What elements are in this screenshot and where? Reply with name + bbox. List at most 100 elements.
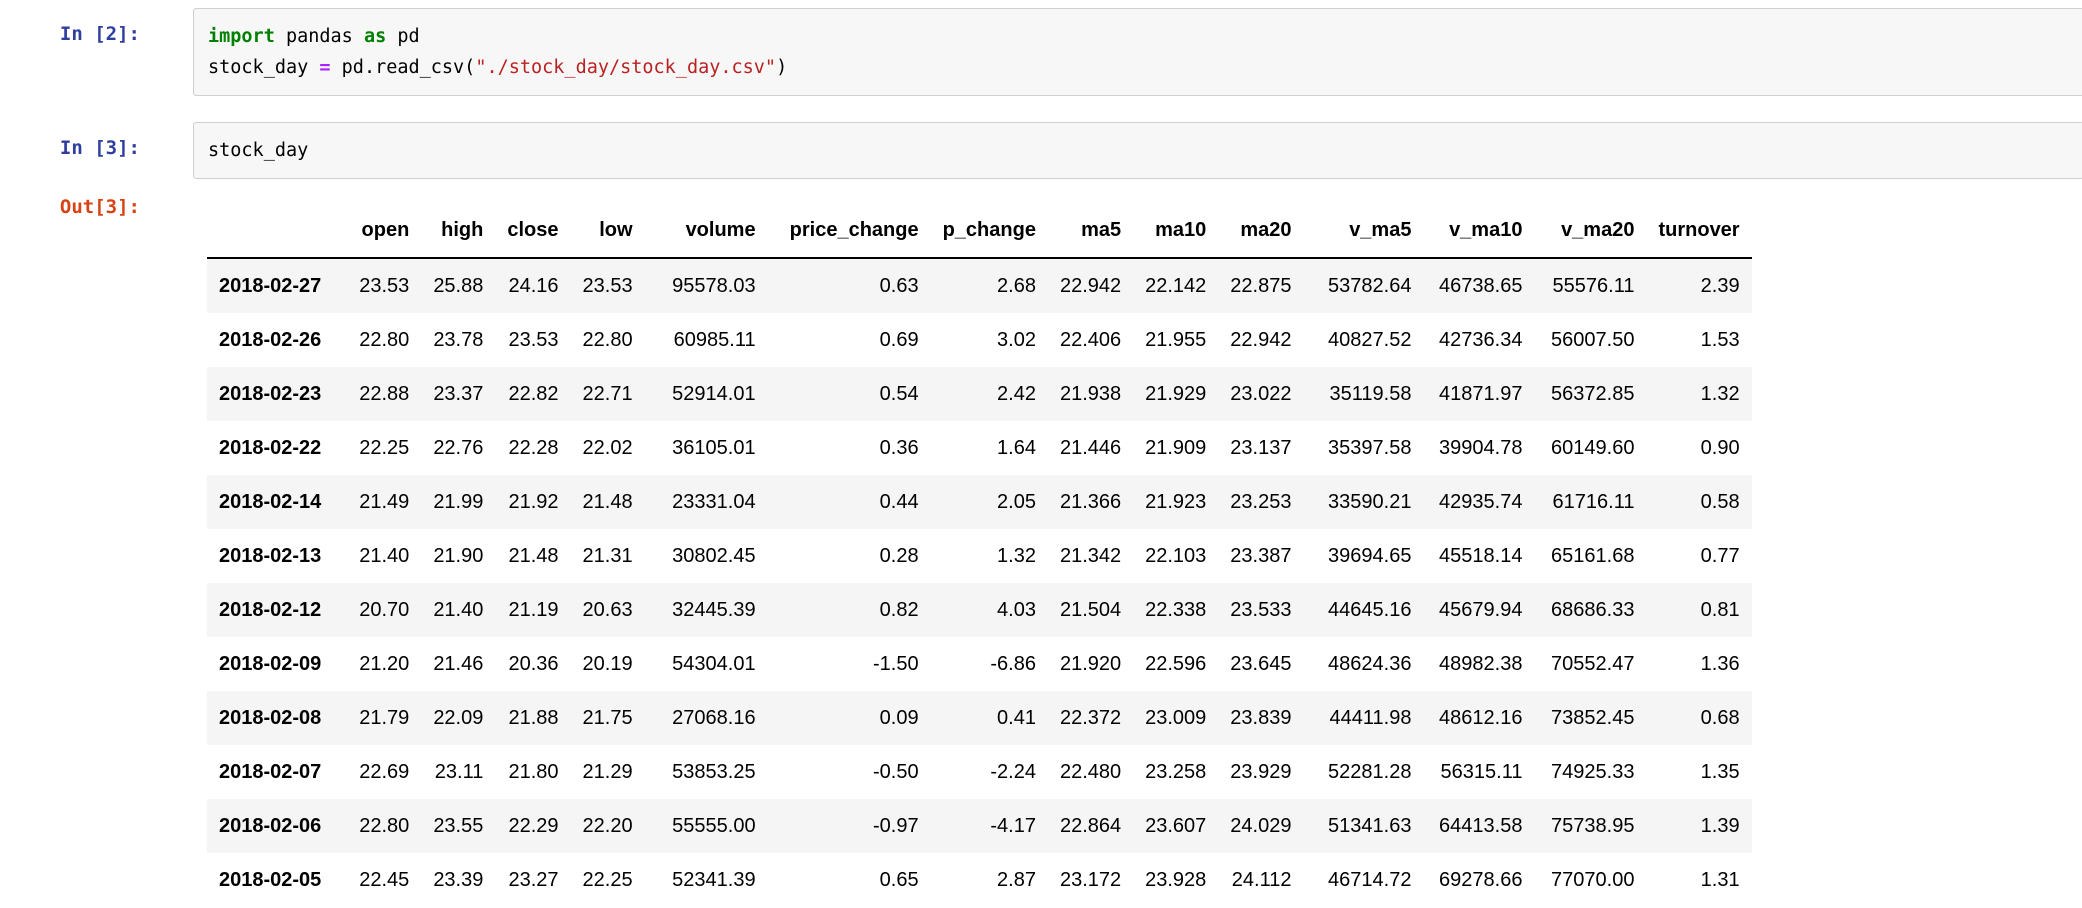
table-cell: -2.24 [931,745,1048,799]
table-cell: 56007.50 [1534,313,1646,367]
column-header-volume: volume [645,203,768,258]
row-index: 2018-02-12 [207,583,333,637]
table-cell: 25.88 [421,258,495,313]
table-cell: 1.64 [931,421,1048,475]
table-cell: 22.875 [1218,258,1303,313]
table-cell: 21.48 [495,529,570,583]
table-cell: 27068.16 [645,691,768,745]
table-cell: 23.607 [1133,799,1218,853]
table-row: 2018-02-2222.2522.7622.2822.0236105.010.… [207,421,1752,475]
table-cell: -4.17 [931,799,1048,853]
table-cell: 2.42 [931,367,1048,421]
code-input-2[interactable]: import pandas as pdstock_day = pd.read_c… [193,8,2082,96]
code-area-3[interactable]: stock_day [208,135,2069,166]
table-cell: 48612.16 [1423,691,1534,745]
table-cell: 1.32 [931,529,1048,583]
column-header-price_change: price_change [768,203,931,258]
table-cell: 23.928 [1133,853,1218,907]
table-cell: 21.40 [421,583,495,637]
table-cell: 22.02 [571,421,645,475]
jupyter-notebook-page: In [2]: import pandas as pdstock_day = p… [0,0,2082,907]
table-cell: 23.78 [421,313,495,367]
row-index: 2018-02-27 [207,258,333,313]
table-cell: 0.58 [1646,475,1751,529]
table-cell: 24.029 [1218,799,1303,853]
table-cell: 21.909 [1133,421,1218,475]
table-cell: 41871.97 [1423,367,1534,421]
table-cell: 0.69 [768,313,931,367]
table-cell: 55555.00 [645,799,768,853]
table-cell: 21.366 [1048,475,1133,529]
table-cell: 22.596 [1133,637,1218,691]
table-cell: 30802.45 [645,529,768,583]
table-cell: 23.53 [333,258,421,313]
table-cell: 22.88 [333,367,421,421]
table-cell: 1.32 [1646,367,1751,421]
table-cell: 22.942 [1218,313,1303,367]
code-cell-in3: In [3]: stock_day [0,122,2082,179]
table-row: 2018-02-2723.5325.8824.1623.5395578.030.… [207,258,1752,313]
table-cell: 74925.33 [1534,745,1646,799]
code-area-2[interactable]: import pandas as pdstock_day = pd.read_c… [208,21,2069,83]
column-header-close: close [495,203,570,258]
code-token-plain: ) [776,57,787,78]
code-cell-in2: In [2]: import pandas as pdstock_day = p… [0,8,2082,96]
table-cell: 24.112 [1218,853,1303,907]
table-cell: 0.63 [768,258,931,313]
table-cell: 68686.33 [1534,583,1646,637]
table-cell: 21.955 [1133,313,1218,367]
table-row: 2018-02-0622.8023.5522.2922.2055555.00-0… [207,799,1752,853]
table-cell: 32445.39 [645,583,768,637]
table-cell: 22.28 [495,421,570,475]
column-header-p_change: p_change [931,203,1048,258]
table-cell: 21.49 [333,475,421,529]
row-index: 2018-02-14 [207,475,333,529]
table-cell: 1.36 [1646,637,1751,691]
column-header-low: low [571,203,645,258]
table-cell: 36105.01 [645,421,768,475]
table-cell: 21.48 [571,475,645,529]
output-prompt-3: Out[3]: [0,189,193,907]
row-index: 2018-02-23 [207,367,333,421]
table-cell: 0.68 [1646,691,1751,745]
table-cell: 53853.25 [645,745,768,799]
table-cell: 24.16 [495,258,570,313]
table-row: 2018-02-2622.8023.7823.5322.8060985.110.… [207,313,1752,367]
table-cell: 22.480 [1048,745,1133,799]
table-cell: 23.253 [1218,475,1303,529]
table-cell: 21.19 [495,583,570,637]
code-token-operator: = [319,57,330,78]
column-header-open: open [333,203,421,258]
code-line: stock_day = pd.read_csv("./stock_day/sto… [208,52,2069,83]
table-cell: 22.142 [1133,258,1218,313]
table-cell: 21.88 [495,691,570,745]
table-cell: 52341.39 [645,853,768,907]
table-cell: 39694.65 [1303,529,1423,583]
table-cell: 23.11 [421,745,495,799]
table-cell: 22.76 [421,421,495,475]
row-index: 2018-02-26 [207,313,333,367]
table-cell: 42736.34 [1423,313,1534,367]
row-index: 2018-02-08 [207,691,333,745]
table-cell: 3.02 [931,313,1048,367]
table-cell: 56372.85 [1534,367,1646,421]
table-cell: 51341.63 [1303,799,1423,853]
table-row: 2018-02-1321.4021.9021.4821.3130802.450.… [207,529,1752,583]
table-cell: 23.387 [1218,529,1303,583]
row-index: 2018-02-09 [207,637,333,691]
table-cell: 22.25 [571,853,645,907]
row-index: 2018-02-07 [207,745,333,799]
table-cell: 22.372 [1048,691,1133,745]
column-header-v_ma10: v_ma10 [1423,203,1534,258]
table-cell: 23.27 [495,853,570,907]
table-cell: 0.28 [768,529,931,583]
table-cell: 2.87 [931,853,1048,907]
table-cell: 23.53 [495,313,570,367]
code-input-3[interactable]: stock_day [193,122,2082,179]
table-cell: 21.938 [1048,367,1133,421]
table-cell: 1.53 [1646,313,1751,367]
table-cell: 21.31 [571,529,645,583]
table-cell: 23.55 [421,799,495,853]
table-cell: 21.99 [421,475,495,529]
table-cell: 23331.04 [645,475,768,529]
